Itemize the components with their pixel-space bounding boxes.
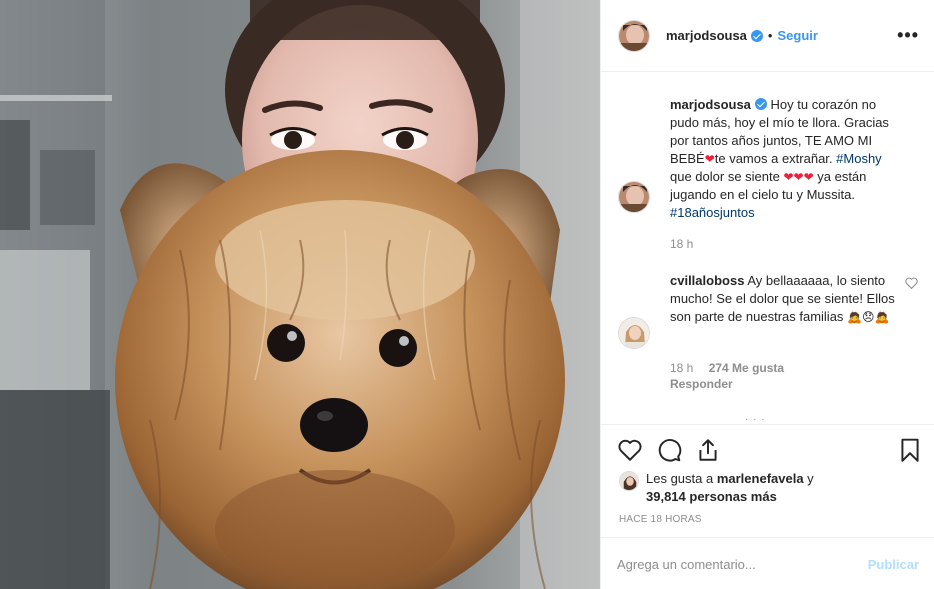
liker-avatar[interactable] [619,471,639,491]
author-username[interactable]: marjodsousa [666,28,747,43]
hashtag-link[interactable]: #Moshy [836,151,882,166]
liker-username[interactable]: marlenefavela [717,471,804,486]
post-photo[interactable] [0,0,600,589]
commenter-username[interactable]: cvillaloboss [670,273,744,288]
comment-like-heart-icon[interactable] [905,277,918,292]
comment-meta: 18 h 274 Me gusta [670,361,784,375]
post-actions: Les gusta a marlenefavela y 39,814 perso… [601,424,934,544]
likes-summary[interactable]: Les gusta a marlenefavela y 39,814 perso… [619,469,919,507]
caption-username[interactable]: marjodsousa [670,97,751,112]
more-options-icon[interactable]: ••• [897,26,919,44]
comment-time[interactable]: 18 h [670,361,693,375]
caption-text-part: te vamos a extrañar. [714,151,837,166]
dog-selfie-image [0,0,600,589]
verified-badge-icon [754,98,767,110]
likes-prefix: Les gusta a [646,471,717,486]
hearts-emoji-icon: ❤❤❤ [783,170,814,184]
heart-emoji-icon: ❤ [704,152,715,166]
verified-badge-icon [750,29,763,42]
post-time-ago[interactable]: HACE 18 HORAS [619,514,702,525]
comment-input[interactable] [617,550,857,578]
post-side-panel: marjodsousa • Seguir ••• marjodsousa Hoy… [600,0,934,589]
separator-dot: • [767,28,773,43]
loading-spinner-icon: · · · [745,414,766,423]
comment-composer: Publicar [601,537,934,589]
caption-avatar[interactable] [618,181,650,213]
comments-list[interactable]: marjodsousa Hoy tu corazón no pudo más, … [601,73,934,423]
share-icon[interactable] [695,437,721,463]
likes-mid: y [803,471,814,486]
caption-text-part: que dolor se siente [670,169,784,184]
caption-time[interactable]: 18 h [670,237,693,251]
publish-button[interactable]: Publicar [868,557,919,572]
save-bookmark-icon[interactable] [897,437,923,463]
follow-button[interactable]: Seguir [777,28,817,43]
emoji-icons: 🙇😞🙇 [847,310,890,324]
hashtag-link[interactable]: #18añosjuntos [670,205,755,220]
likes-count[interactable]: 39,814 personas más [646,489,777,504]
comment-text: cvillaloboss Ay bellaaaaaa, lo siento mu… [670,272,902,326]
reply-button[interactable]: Responder [670,377,733,391]
comment-likes[interactable]: 274 Me gusta [709,361,784,375]
likes-text: Les gusta a marlenefavela y 39,814 perso… [646,470,814,506]
author-avatar[interactable] [618,19,650,52]
caption-comment: marjodsousa Hoy tu corazón no pudo más, … [618,97,918,267]
comment-bubble-icon[interactable] [656,437,682,463]
post-header: marjodsousa • Seguir ••• [601,0,934,72]
commenter-avatar[interactable] [618,317,650,349]
comment-item: cvillaloboss Ay bellaaaaaa, lo siento mu… [618,273,918,403]
like-heart-icon[interactable] [617,437,643,463]
caption-text: marjodsousa Hoy tu corazón no pudo más, … [670,96,902,222]
